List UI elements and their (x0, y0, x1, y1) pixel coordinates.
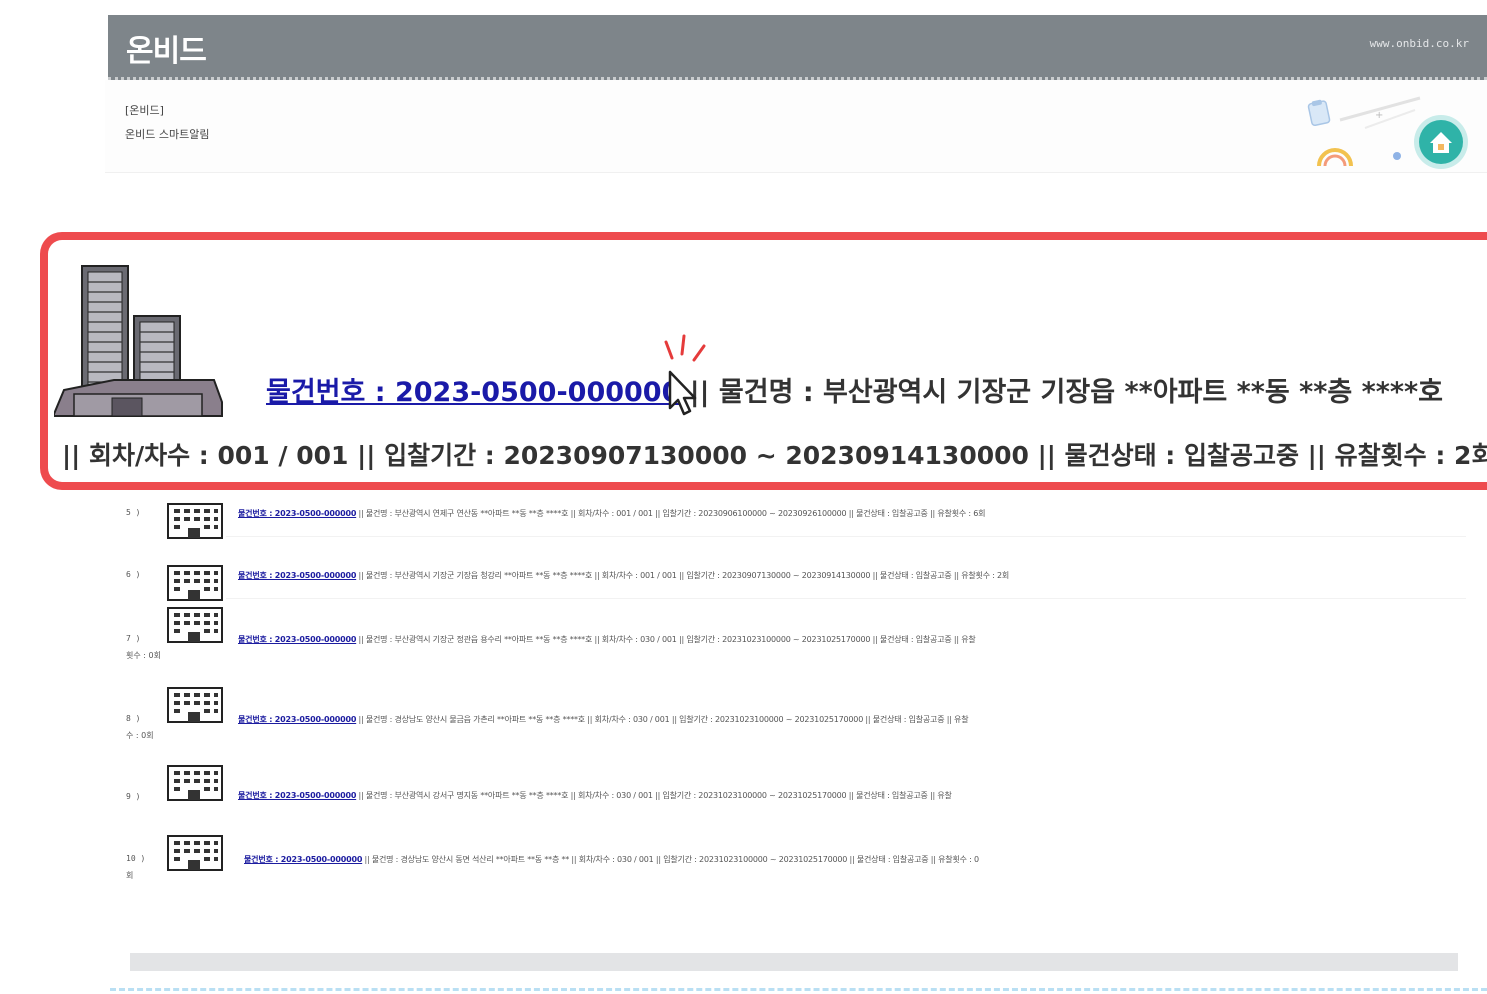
item-number-link[interactable]: 물건번호 : 2023-0500-000000 (238, 571, 356, 580)
building-icon (167, 607, 223, 643)
email-subheader: [온비드] 온비드 스마트알림 + (105, 80, 1487, 173)
building-icon (167, 687, 223, 723)
item-detail: || 물건명 : 경상남도 양산시 물금읍 가촌리 **아파트 **동 **층 … (356, 715, 969, 724)
item-line: 물건번호 : 2023-0500-000000 || 물건명 : 경상남도 양산… (238, 714, 969, 725)
building-icon (167, 565, 223, 601)
highlight-line-1: 물건번호 : 2023-0500-000000 || 물건명 : 부산광역시 기… (266, 370, 1443, 409)
clipboard-icon (1307, 99, 1331, 127)
item-detail: || 물건명 : 부산광역시 강서구 명지동 **아파트 **동 **층 ***… (356, 791, 952, 800)
item-line: 물건번호 : 2023-0500-000000 || 물건명 : 부산광역시 강… (238, 790, 952, 801)
building-icon (167, 765, 223, 801)
row-divider (226, 598, 1466, 599)
onbid-logo[interactable]: 온비드 (126, 26, 207, 70)
item-rank: 8 ) (126, 714, 141, 723)
rainbow-icon (1317, 148, 1353, 166)
sender-tag: [온비드] (125, 104, 164, 117)
item-number-link[interactable]: 물건번호 : 2023-0500-000000 (238, 509, 356, 518)
item-rank: 5 ) (126, 508, 141, 517)
list-item: 5 ) 물건번호 : 2023-0500-000000 || 물건명 : 부산광… (126, 500, 1466, 544)
list-item: 8 ) 수 : 0회 물건번호 : 2023-0500-000000 || 물건… (126, 684, 1466, 740)
item-continuation: 회 (126, 871, 134, 880)
highlight-zoom-box: 물건번호 : 2023-0500-000000 || 물건명 : 부산광역시 기… (40, 232, 1487, 490)
item-rank: 10 ) (126, 854, 146, 863)
home-icon (1414, 115, 1468, 169)
list-item: 10 ) 회 물건번호 : 2023-0500-000000 || 물건명 : … (126, 832, 1466, 880)
list-item: 9 ) 물건번호 : 2023-0500-000000 || 물건명 : 부산광… (126, 762, 1466, 806)
item-number-link[interactable]: 물건번호 : 2023-0500-000000 (244, 855, 362, 864)
footer-bar (130, 953, 1458, 971)
site-url[interactable]: www.onbid.co.kr (1370, 37, 1469, 50)
row-divider (226, 536, 1466, 537)
email-subject: 온비드 스마트알림 (125, 128, 210, 141)
dot-decoration (1393, 152, 1401, 160)
item-rank: 9 ) (126, 792, 141, 801)
item-detail: || 물건명 : 부산광역시 기장군 기장읍 청강리 **아파트 **동 **층… (356, 571, 1010, 580)
item-continuation: 수 : 0회 (126, 731, 154, 740)
item-line: 물건번호 : 2023-0500-000000 || 물건명 : 경상남도 양산… (244, 854, 979, 865)
item-line: 물건번호 : 2023-0500-000000 || 물건명 : 부산광역시 기… (238, 634, 976, 645)
item-number-link[interactable]: 물건번호 : 2023-0500-000000 (238, 715, 356, 724)
building-icon (54, 265, 223, 417)
bottom-divider (110, 988, 1487, 994)
svg-text:+: + (1375, 110, 1383, 121)
item-line: 물건번호 : 2023-0500-000000 || 물건명 : 부산광역시 기… (238, 570, 1009, 581)
mouse-pointer-icon (664, 334, 706, 416)
item-detail: || 물건명 : 부산광역시 연제구 연산동 **아파트 **동 **층 ***… (356, 509, 986, 518)
item-number-link[interactable]: 물건번호 : 2023-0500-000000 (238, 791, 356, 800)
item-number-link[interactable]: 물건번호 : 2023-0500-000000 (266, 377, 680, 408)
item-detail: || 물건명 : 부산광역시 기장군 정관읍 용수리 **아파트 **동 **층… (356, 635, 976, 644)
item-continuation: 횟수 : 0회 (126, 651, 161, 660)
sparkle-decoration-icon: + (1339, 96, 1421, 129)
email-header: 온비드 www.onbid.co.kr (108, 15, 1487, 80)
item-line: 물건번호 : 2023-0500-000000 || 물건명 : 부산광역시 연… (238, 508, 985, 519)
list-item: 7 ) 횟수 : 0회 물건번호 : 2023-0500-000000 || 물… (126, 604, 1466, 660)
building-icon (167, 835, 223, 871)
item-name-text: || 물건명 : 부산광역시 기장군 기장읍 **아파트 **동 **층 ***… (680, 377, 1443, 408)
building-icon (167, 503, 223, 539)
list-item: 6 ) 물건번호 : 2023-0500-000000 || 물건명 : 부산광… (126, 562, 1466, 606)
item-rank: 6 ) (126, 570, 141, 579)
highlight-line-2: || 회차/차수 : 001 / 001 || 입찰기간 : 202309071… (62, 441, 1487, 470)
item-detail: || 물건명 : 경상남도 양산시 동면 석산리 **아파트 **동 **층 *… (362, 855, 980, 864)
item-rank: 7 ) (126, 634, 141, 643)
item-number-link[interactable]: 물건번호 : 2023-0500-000000 (238, 635, 356, 644)
